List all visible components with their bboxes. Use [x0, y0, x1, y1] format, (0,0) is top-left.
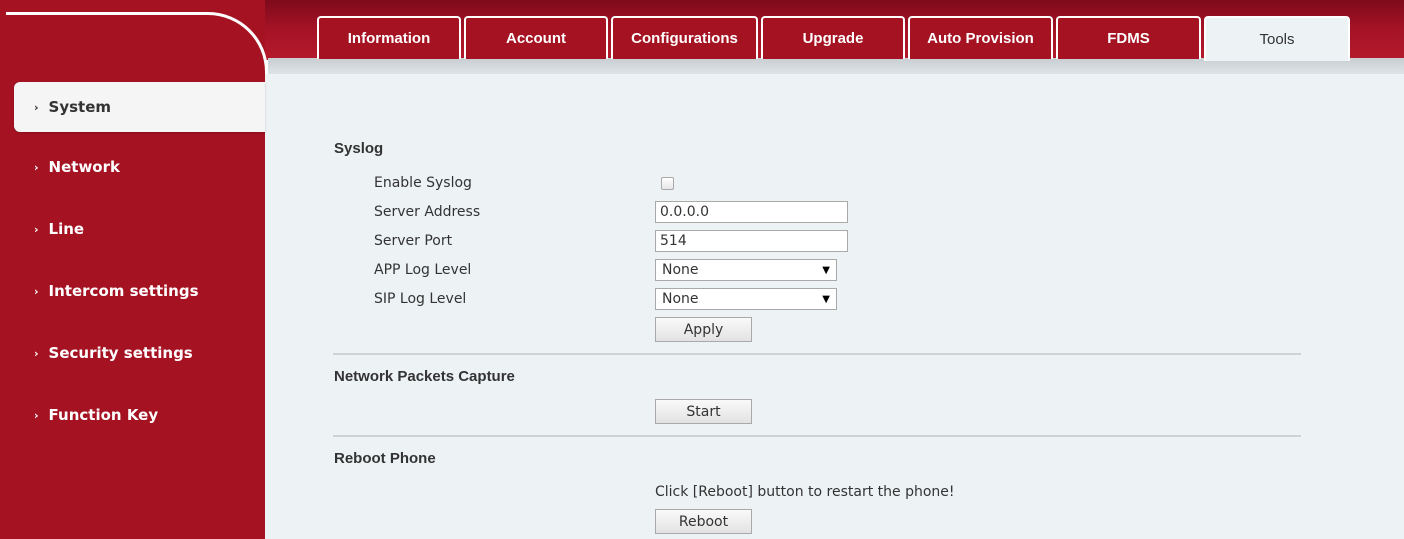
sidebar-item-intercom-settings[interactable]: › Intercom settings [0, 268, 265, 314]
section-divider [333, 353, 1301, 355]
enable-syslog-label: Enable Syslog [374, 175, 472, 191]
sidebar-item-security-settings[interactable]: › Security settings [0, 330, 265, 376]
tab-information[interactable]: Information [317, 16, 461, 59]
sidebar-item-line[interactable]: › Line [0, 206, 265, 252]
sip-log-level-value: None [662, 291, 699, 307]
chevron-right-icon: › [34, 284, 39, 298]
chevron-right-icon: › [34, 346, 39, 360]
sip-log-level-label: SIP Log Level [374, 291, 467, 307]
enable-syslog-checkbox[interactable] [661, 177, 674, 190]
app-log-level-label: APP Log Level [374, 262, 472, 278]
sidebar-item-label: System [48, 98, 112, 116]
app-log-level-select[interactable]: None ▼ [655, 259, 837, 281]
sidebar-item-function-key[interactable]: › Function Key [0, 392, 265, 438]
reboot-phone-title: Reboot Phone [334, 450, 436, 467]
packet-capture-title: Network Packets Capture [334, 368, 515, 385]
server-address-input[interactable] [655, 201, 848, 223]
start-capture-button[interactable]: Start [655, 399, 752, 424]
app-log-level-value: None [662, 262, 699, 278]
sidebar-item-network[interactable]: › Network [0, 144, 265, 190]
server-port-input[interactable] [655, 230, 848, 252]
sidebar-item-label: Function Key [48, 406, 159, 424]
sidebar-item-label: Intercom settings [48, 282, 199, 300]
syslog-title: Syslog [334, 140, 384, 157]
sip-log-level-select[interactable]: None ▼ [655, 288, 837, 310]
server-port-label: Server Port [374, 233, 453, 249]
chevron-right-icon: › [34, 100, 39, 114]
chevron-right-icon: › [34, 408, 39, 422]
apply-button[interactable]: Apply [655, 317, 752, 342]
tab-fdms[interactable]: FDMS [1056, 16, 1201, 59]
chevron-right-icon: › [34, 222, 39, 236]
dropdown-arrow-icon: ▼ [822, 293, 830, 305]
reboot-button[interactable]: Reboot [655, 509, 752, 534]
server-address-label: Server Address [374, 204, 481, 220]
sidebar-item-system[interactable]: › System [14, 82, 265, 132]
sidebar-item-label: Network [48, 158, 120, 176]
sidebar-item-label: Security settings [48, 344, 193, 362]
tab-upgrade[interactable]: Upgrade [761, 16, 905, 59]
sidebar-item-label: Line [48, 220, 85, 238]
tab-account[interactable]: Account [464, 16, 608, 59]
tab-configurations[interactable]: Configurations [611, 16, 758, 59]
reboot-hint-text: Click [Reboot] button to restart the pho… [655, 484, 955, 500]
dropdown-arrow-icon: ▼ [822, 264, 830, 276]
section-divider [333, 435, 1301, 437]
tab-tools[interactable]: Tools [1204, 16, 1350, 61]
tab-auto-provision[interactable]: Auto Provision [908, 16, 1053, 59]
sidebar-logo-area [6, 12, 268, 74]
chevron-right-icon: › [34, 160, 39, 174]
